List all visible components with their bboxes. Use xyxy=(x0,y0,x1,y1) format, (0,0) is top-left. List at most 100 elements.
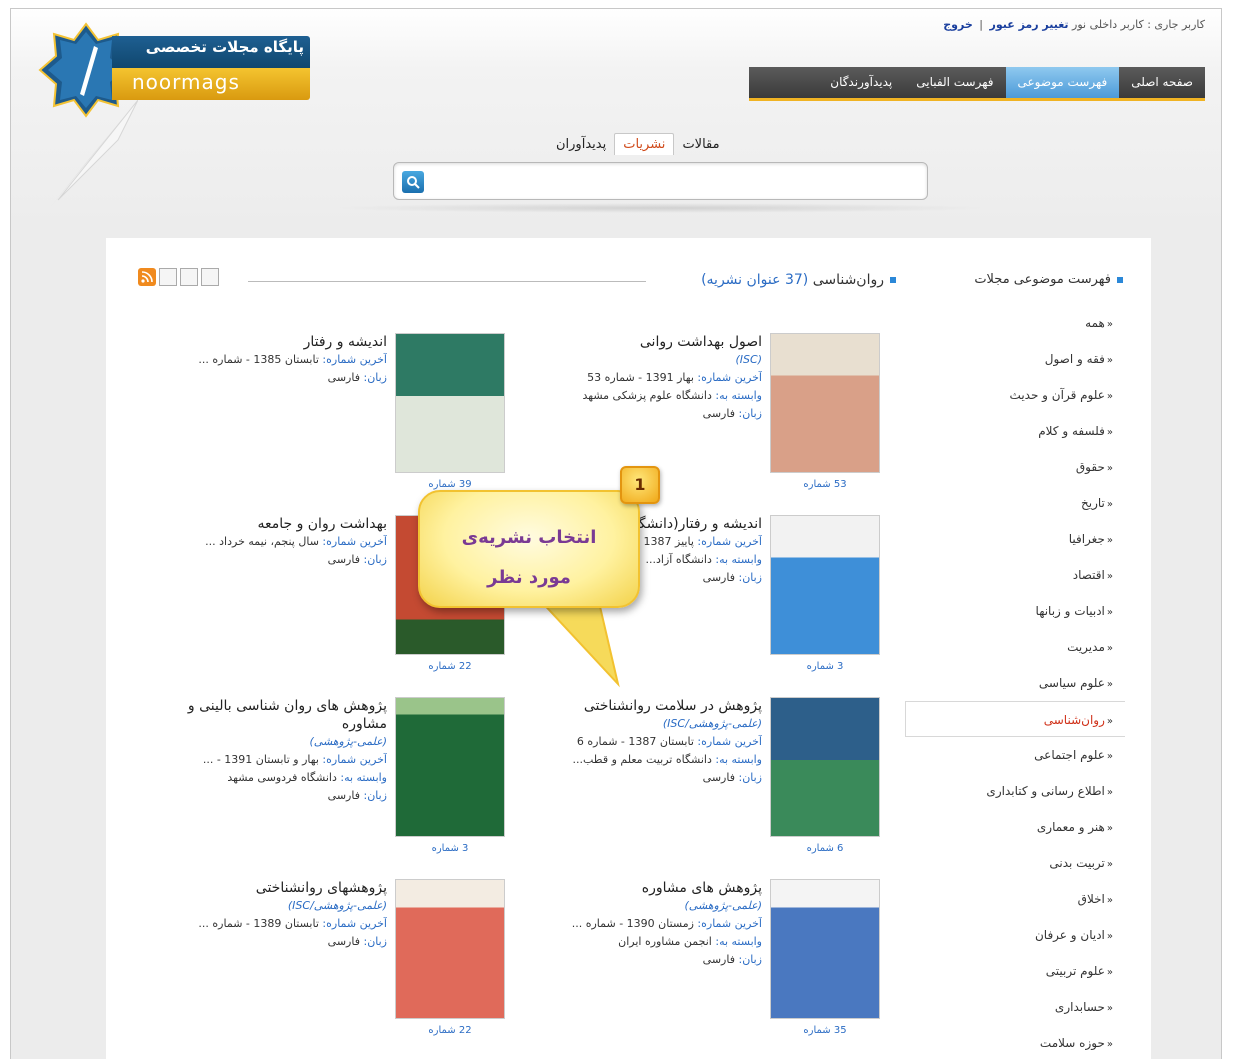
large-grid-view-icon[interactable] xyxy=(180,268,198,286)
section-divider xyxy=(248,281,646,282)
tab-articles[interactable]: مقالات xyxy=(674,134,727,155)
sidebar-item-political-science[interactable]: «علوم سیاسی xyxy=(905,665,1125,701)
language-line: زبان: فارسی xyxy=(702,953,762,966)
rss-icon[interactable] xyxy=(138,268,156,286)
issue-count[interactable]: 3 شماره xyxy=(395,843,505,854)
journal-card[interactable]: 53 شماره اصول بهداشت روانی (ISC) آخرین ش… xyxy=(520,333,880,503)
journal-title[interactable]: اصول بهداشت روانی xyxy=(522,333,762,351)
affiliation-line: وابسته به: دانشگاه فردوسی مشهد xyxy=(227,771,387,784)
journal-card[interactable]: 39 شماره اندیشه و رفتار آخرین شماره: تاب… xyxy=(145,333,505,503)
journal-title[interactable]: پژوهشهای روانشناختی xyxy=(147,879,387,897)
nav-home[interactable]: صفحه اصلی xyxy=(1119,67,1205,98)
last-issue-line: آخرین شماره: بهار 1391 - شماره 53 xyxy=(587,371,762,384)
journal-cover[interactable] xyxy=(395,697,505,837)
double-arrow-icon: « xyxy=(1106,716,1113,727)
journal-card[interactable]: 6 شماره پژوهش در سلامت روانشناختی (علمی-… xyxy=(520,697,880,867)
sidebar-item-psychology[interactable]: «روان‌شناسی xyxy=(905,701,1125,737)
journal-title[interactable]: پژوهش های روان شناسی بالینی و مشاوره xyxy=(147,697,387,733)
sidebar-item-law[interactable]: «حقوق xyxy=(905,449,1125,485)
user-bar: کاربر جاری : کاربر داخلی نور تغییر رمز ع… xyxy=(943,18,1205,31)
issue-count[interactable]: 6 شماره xyxy=(770,843,880,854)
list-view-icon[interactable] xyxy=(201,268,219,286)
sidebar-item-management[interactable]: «مدیریت xyxy=(905,629,1125,665)
journal-badge: (ISC) xyxy=(735,353,762,366)
double-arrow-icon: « xyxy=(1106,895,1113,906)
journal-card[interactable]: 35 شماره پژوهش های مشاوره (علمی-پژوهشی) … xyxy=(520,879,880,1049)
tab-authors[interactable]: پدیدآوران xyxy=(548,134,614,155)
journal-card[interactable]: 22 شماره پژوهشهای روانشناختی (علمی-پژوهش… xyxy=(145,879,505,1049)
sidebar-item-health[interactable]: «حوزه سلامت xyxy=(905,1025,1125,1059)
language-line: زبان: فارسی xyxy=(327,553,387,566)
affiliation-line: وابسته به: دانشگاه تربیت معلم و قطب... xyxy=(572,753,763,766)
affiliation-line: وابسته به: انجمن مشاوره ایران xyxy=(618,935,762,948)
issue-count[interactable]: 53 شماره xyxy=(770,479,880,490)
journal-badge: (علمی-پژوهشی/ISC) xyxy=(662,717,762,730)
journal-cover[interactable] xyxy=(395,333,505,473)
issue-count[interactable]: 3 شماره xyxy=(770,661,880,672)
sidebar-item-economics[interactable]: «اقتصاد xyxy=(905,557,1125,593)
sidebar-item-fiqh[interactable]: «فقه و اصول xyxy=(905,341,1125,377)
journal-cover[interactable] xyxy=(770,879,880,1019)
change-password-link[interactable]: تغییر رمز عبور xyxy=(990,18,1069,31)
issue-count[interactable]: 22 شماره xyxy=(395,661,505,672)
search-button[interactable] xyxy=(402,171,424,193)
sidebar-title: فهرست موضوعی مجلات xyxy=(974,272,1123,287)
bullet-square-icon xyxy=(1117,276,1123,283)
double-arrow-icon: « xyxy=(1106,859,1113,870)
tab-journals[interactable]: نشریات xyxy=(614,133,675,155)
nav-subject-index[interactable]: فهرست موضوعی xyxy=(1005,67,1120,98)
search-input[interactable] xyxy=(432,169,917,193)
sidebar-item-geography[interactable]: «جغرافیا xyxy=(905,521,1125,557)
journal-info: پژوهش های مشاوره (علمی-پژوهشی) آخرین شما… xyxy=(522,879,762,969)
sidebar-item-social-sciences[interactable]: «علوم اجتماعی xyxy=(905,737,1125,773)
double-arrow-icon: « xyxy=(1106,355,1113,366)
sidebar-item-quran-hadith[interactable]: «علوم قرآن و حدیث xyxy=(905,377,1125,413)
journal-badge: (علمی-پژوهشی/ISC) xyxy=(287,899,387,912)
last-issue-line: آخرین شماره: تابستان 1387 - شماره 6 xyxy=(576,735,762,748)
sidebar-item-art-architecture[interactable]: «هنر و معماری xyxy=(905,809,1125,845)
sidebar-item-accounting[interactable]: «حسابداری xyxy=(905,989,1125,1025)
bullet-square-icon xyxy=(890,277,896,283)
small-grid-view-icon[interactable] xyxy=(159,268,177,286)
issue-count[interactable]: 22 شماره xyxy=(395,1025,505,1036)
journal-cover[interactable] xyxy=(395,879,505,1019)
logo-subtitle[interactable]: noormags xyxy=(132,70,240,94)
sidebar-item-philosophy[interactable]: «فلسفه و کلام xyxy=(905,413,1125,449)
double-arrow-icon: « xyxy=(1106,751,1113,762)
journal-card[interactable]: 3 شماره پژوهش های روان شناسی بالینی و مش… xyxy=(145,697,505,867)
section-title: روان‌شناسی (37 عنوان نشریه) xyxy=(701,272,896,288)
journal-cover[interactable] xyxy=(770,515,880,655)
issue-count[interactable]: 39 شماره xyxy=(395,479,505,490)
search-tabs: مقالات نشریات پدیدآوران xyxy=(548,133,728,155)
sidebar-item-educational-sciences[interactable]: «علوم تربیتی xyxy=(905,953,1125,989)
language-line: زبان: فارسی xyxy=(702,771,762,784)
last-issue-line: آخرین شماره: بهار و تابستان 1391 - ... xyxy=(202,753,387,766)
journal-cover[interactable] xyxy=(770,333,880,473)
nav-alphabetical-index[interactable]: فهرست الفبایی xyxy=(904,67,1005,98)
logo-title[interactable]: پایگاه مجلات تخصصی xyxy=(128,38,304,56)
sidebar-item-history[interactable]: «تاریخ xyxy=(905,485,1125,521)
journal-info: پژوهش در سلامت روانشناختی (علمی-پژوهشی/I… xyxy=(522,697,763,787)
double-arrow-icon: « xyxy=(1106,607,1113,618)
journal-title[interactable]: پژوهش های مشاوره xyxy=(522,879,762,897)
main-nav: صفحه اصلی فهرست موضوعی فهرست الفبایی پدی… xyxy=(749,67,1205,101)
sidebar-item-physical-education[interactable]: «تربیت بدنی xyxy=(905,845,1125,881)
double-arrow-icon: « xyxy=(1106,391,1113,402)
journal-badge: (علمی-پژوهشی) xyxy=(684,899,762,912)
nav-authors[interactable]: پدیدآورندگان xyxy=(818,67,904,98)
language-line: زبان: فارسی xyxy=(327,935,387,948)
sidebar-item-literature[interactable]: «ادبیات و زبانها xyxy=(905,593,1125,629)
sidebar-item-ethics[interactable]: «اخلاق xyxy=(905,881,1125,917)
logout-link[interactable]: خروج xyxy=(943,18,973,31)
sidebar-item-religions-mysticism[interactable]: «ادیان و عرفان xyxy=(905,917,1125,953)
journal-title[interactable]: اندیشه و رفتار xyxy=(147,333,387,351)
double-arrow-icon: « xyxy=(1106,499,1113,510)
issue-count[interactable]: 35 شماره xyxy=(770,1025,880,1036)
sidebar-item-library-science[interactable]: «اطلاع رسانی و کتابداری xyxy=(905,773,1125,809)
journal-cover[interactable] xyxy=(770,697,880,837)
sidebar-item-all[interactable]: «همه xyxy=(905,305,1125,341)
journal-title[interactable]: بهداشت روان و جامعه xyxy=(147,515,387,533)
view-controls xyxy=(138,268,219,286)
journal-title[interactable]: پژوهش در سلامت روانشناختی xyxy=(522,697,762,715)
double-arrow-icon: « xyxy=(1106,967,1113,978)
